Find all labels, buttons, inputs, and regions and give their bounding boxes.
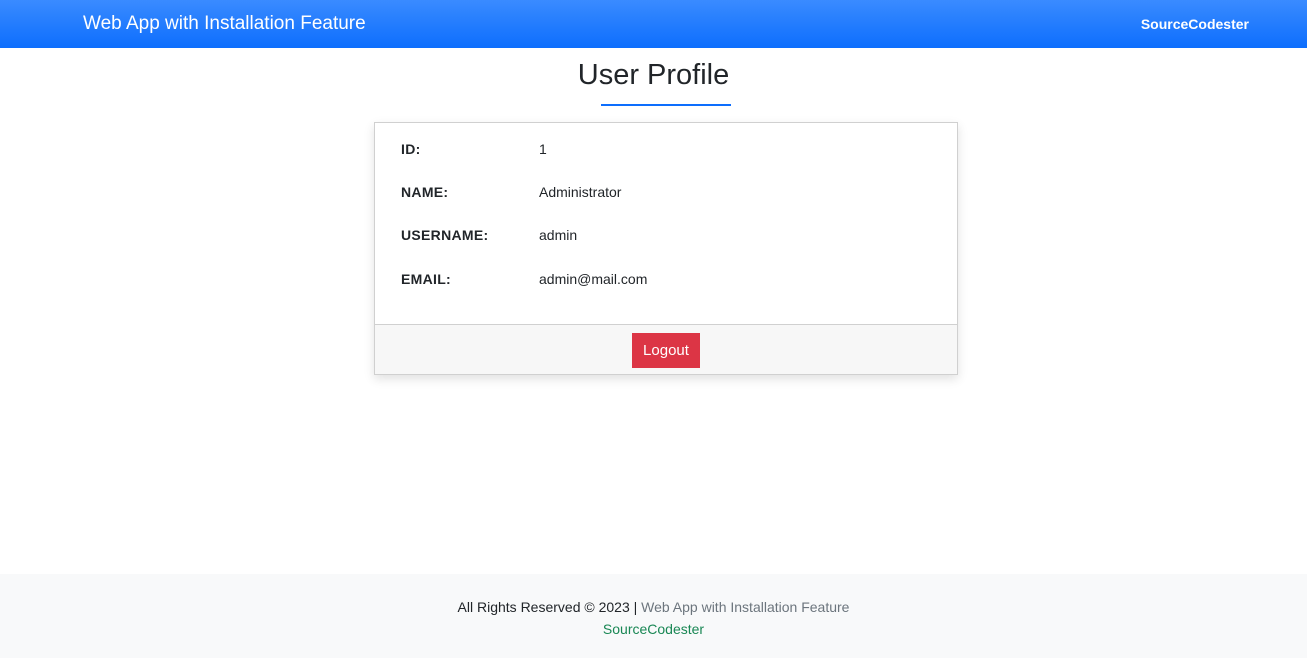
- footer-app-link[interactable]: Web App with Installation Feature: [641, 599, 849, 615]
- profile-row-name: NAME: Administrator: [401, 181, 941, 203]
- footer-rights-text: All Rights Reserved © 2023 |: [457, 599, 638, 615]
- footer-sourcecodester-link[interactable]: SourceCodester: [603, 621, 704, 637]
- page-footer: All Rights Reserved © 2023 | Web App wit…: [0, 574, 1307, 658]
- email-label: EMAIL:: [401, 271, 452, 287]
- profile-card-footer: Logout: [375, 324, 957, 374]
- navbar-brand[interactable]: Web App with Installation Feature: [83, 12, 366, 36]
- profile-row-id: ID: 1: [401, 138, 941, 160]
- footer-copyright: All Rights Reserved © 2023 | Web App wit…: [0, 597, 1307, 617]
- top-navbar: Web App with Installation Feature Source…: [0, 0, 1307, 48]
- page-title: User Profile: [577, 59, 730, 91]
- email-value: admin@mail.com: [539, 271, 648, 287]
- name-label: NAME:: [401, 184, 449, 200]
- logout-button[interactable]: Logout: [632, 333, 700, 368]
- profile-row-email: EMAIL: admin@mail.com: [401, 268, 941, 290]
- username-value: admin: [539, 227, 578, 243]
- name-value: Administrator: [539, 184, 622, 200]
- profile-row-username: USERNAME: admin: [401, 224, 941, 246]
- profile-card-body: ID: 1 NAME: Administrator USERNAME: admi…: [375, 123, 957, 325]
- profile-card: ID: 1 NAME: Administrator USERNAME: admi…: [374, 122, 958, 375]
- footer-credit: SourceCodester: [0, 619, 1307, 639]
- id-label: ID:: [401, 141, 421, 157]
- id-value: 1: [539, 141, 547, 157]
- navbar-sourcecodester-link[interactable]: SourceCodester: [1141, 14, 1249, 34]
- title-underline: [601, 104, 731, 106]
- username-label: USERNAME:: [401, 227, 489, 243]
